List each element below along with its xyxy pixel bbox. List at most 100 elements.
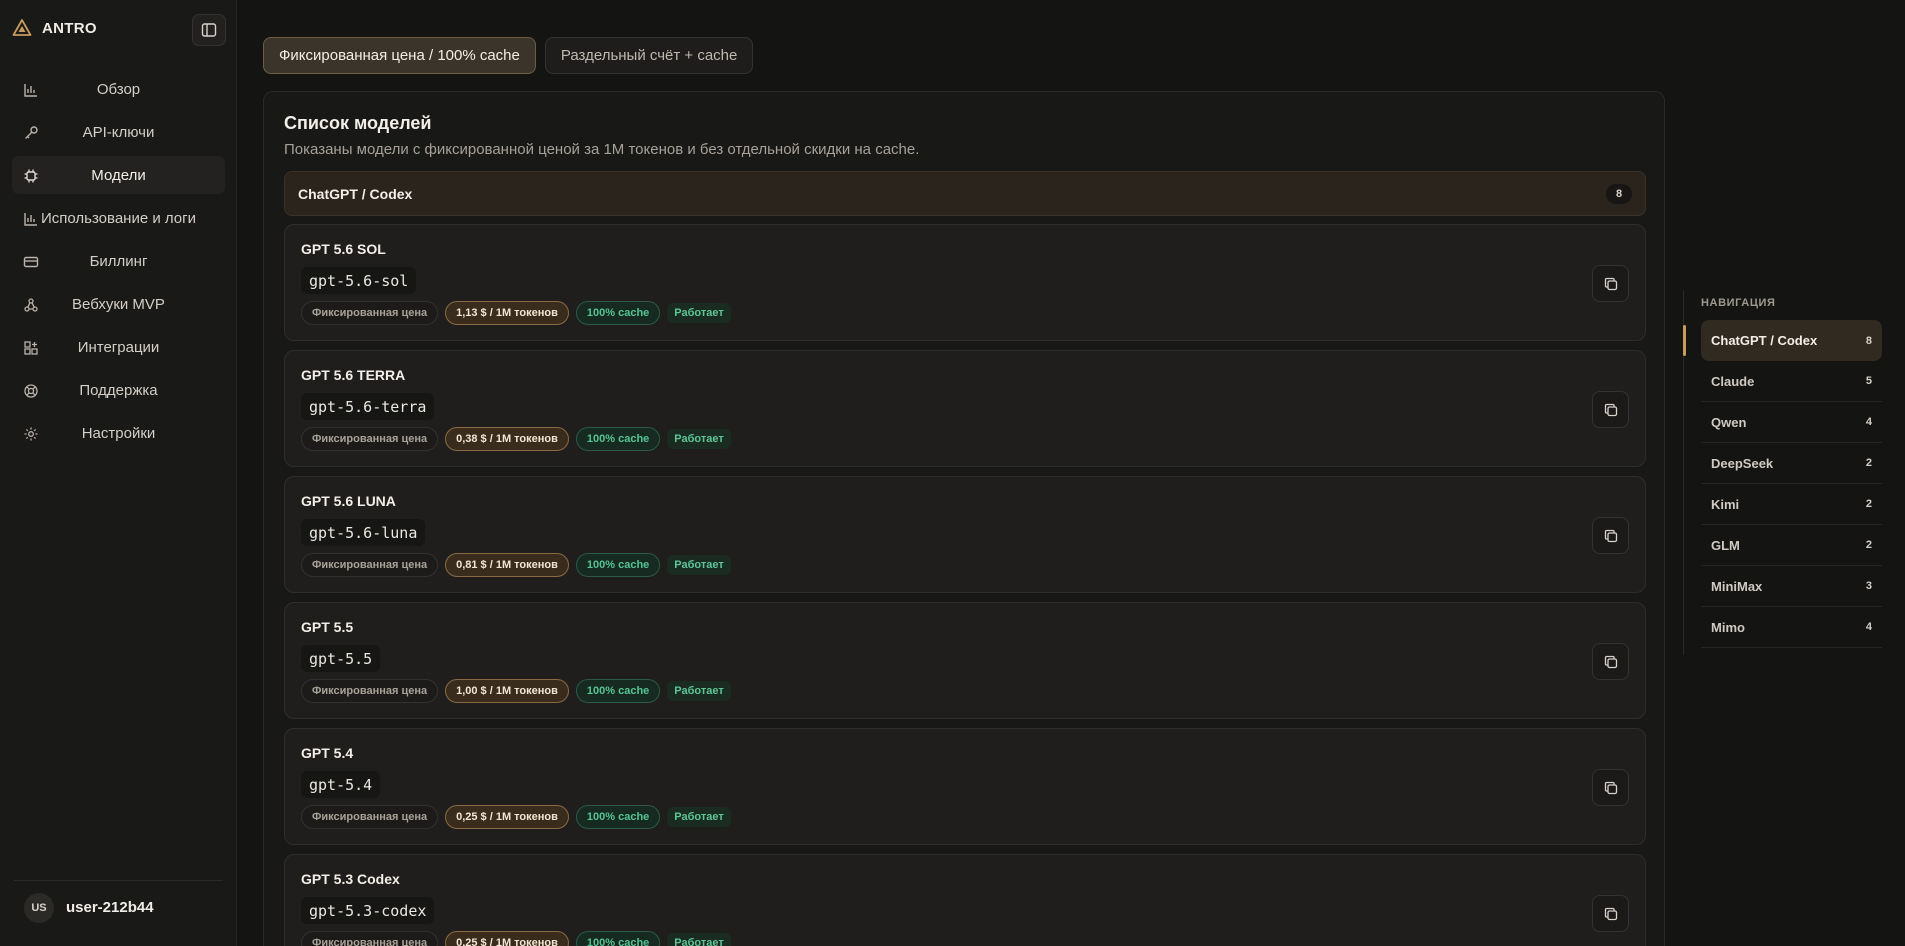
model-id[interactable]: gpt-5.4 xyxy=(301,771,381,798)
navigation-list: ChatGPT / Codex 8 Claude 5 Qwen 4 DeepSe… xyxy=(1683,320,1882,648)
nav-item-claude[interactable]: Claude 5 xyxy=(1701,361,1882,402)
price-badge: 0,25 $ / 1M токенов xyxy=(445,931,569,946)
nav-item-qwen[interactable]: Qwen 4 xyxy=(1701,402,1882,443)
cache-badge: 100% cache xyxy=(575,427,661,451)
model-name: GPT 5.3 Codex xyxy=(301,871,400,887)
model-card: GPT 5.3 Codex gpt-5.3-codex Фиксированна… xyxy=(284,854,1646,946)
tab-separate-billing[interactable]: Раздельный счёт + cache xyxy=(544,37,754,74)
section-navigation: НАВИГАЦИЯ ChatGPT / Codex 8 Claude 5 Qwe… xyxy=(1683,290,1883,655)
model-id[interactable]: gpt-5.6-terra xyxy=(301,393,435,420)
model-chips: Фиксированная цена 1,13 $ / 1M токенов 1… xyxy=(301,301,731,325)
copy-icon xyxy=(1604,529,1617,542)
copy-icon xyxy=(1604,403,1617,416)
brand-name: ANTRO xyxy=(42,19,97,37)
models-panel: Список моделей Показаны модели с фиксиро… xyxy=(263,91,1665,946)
copy-button[interactable] xyxy=(1592,265,1629,302)
model-card: GPT 5.4 gpt-5.4 Фиксированная цена 0,25 … xyxy=(284,728,1646,845)
sidebar-item-label: Биллинг xyxy=(89,252,148,270)
sidebar-item-api-keys[interactable]: API-ключи xyxy=(12,113,225,151)
count-badge: 8 xyxy=(1606,183,1632,204)
nav-item-chatgpt-codex[interactable]: ChatGPT / Codex 8 xyxy=(1683,320,1882,361)
pricing-type-badge: Фиксированная цена xyxy=(301,553,439,577)
tab-fixed-price[interactable]: Фиксированная цена / 100% cache xyxy=(263,37,536,74)
status-badge: Работает xyxy=(667,807,731,827)
model-id[interactable]: gpt-5.5 xyxy=(301,645,381,672)
sidebar-item-label: Настройки xyxy=(81,424,156,442)
nav-item-count: 4 xyxy=(1865,416,1872,428)
pricing-tabs: Фиксированная цена / 100% cache Раздельн… xyxy=(263,37,754,74)
copy-button[interactable] xyxy=(1592,895,1629,932)
group-name: ChatGPT / Codex xyxy=(298,185,413,202)
model-chips: Фиксированная цена 0,38 $ / 1M токенов 1… xyxy=(301,427,731,451)
sidebar-item-integrations[interactable]: Интеграции xyxy=(12,328,225,366)
active-marker xyxy=(1683,325,1686,356)
cache-badge: 100% cache xyxy=(575,553,661,577)
nav-item-kimi[interactable]: Kimi 2 xyxy=(1701,484,1882,525)
copy-button[interactable] xyxy=(1592,643,1629,680)
nav-item-label: GLM xyxy=(1711,537,1740,553)
navigation-title: НАВИГАЦИЯ xyxy=(1701,297,1776,309)
sidebar-toggle-icon xyxy=(201,23,217,37)
nav-item-count: 2 xyxy=(1865,539,1872,551)
nav-item-glm[interactable]: GLM 2 xyxy=(1701,525,1882,566)
model-id[interactable]: gpt-5.6-sol xyxy=(301,267,417,294)
copy-button[interactable] xyxy=(1592,769,1629,806)
nav-item-count: 2 xyxy=(1865,457,1872,469)
model-name: GPT 5.6 SOL xyxy=(301,241,386,257)
cache-badge: 100% cache xyxy=(575,679,661,703)
sidebar-item-usage-logs[interactable]: Использование и логи xyxy=(12,199,225,237)
brand[interactable]: ANTRO xyxy=(12,18,97,38)
sidebar-item-label: Использование и логи xyxy=(40,209,196,227)
model-card: GPT 5.6 LUNA gpt-5.6-luna Фиксированная … xyxy=(284,476,1646,593)
sidebar-item-label: Поддержка xyxy=(79,381,158,399)
nav-item-label: Kimi xyxy=(1711,496,1740,512)
cache-badge: 100% cache xyxy=(575,931,661,946)
gear-icon xyxy=(24,427,38,441)
nav-item-mimo[interactable]: Mimo 4 xyxy=(1701,607,1882,648)
nav-item-label: Mimo xyxy=(1711,619,1745,635)
nav-item-label: ChatGPT / Codex xyxy=(1711,333,1818,348)
user-profile[interactable]: US user-212b44 xyxy=(14,880,223,934)
nav-item-count: 4 xyxy=(1865,621,1872,633)
nav-item-deepseek[interactable]: DeepSeek 2 xyxy=(1701,443,1882,484)
copy-button[interactable] xyxy=(1592,517,1629,554)
collapse-sidebar-button[interactable] xyxy=(192,14,226,46)
model-id[interactable]: gpt-5.3-codex xyxy=(301,897,435,924)
sidebar-item-overview[interactable]: Обзор xyxy=(12,70,225,108)
sidebar-nav: Обзор API-ключи Модели Использование и л… xyxy=(12,70,225,457)
sidebar-item-billing[interactable]: Биллинг xyxy=(12,242,225,280)
nav-item-label: MiniMax xyxy=(1711,578,1763,594)
group-header-chatgpt-codex[interactable]: ChatGPT / Codex 8 xyxy=(284,171,1646,216)
nav-item-minimax[interactable]: MiniMax 3 xyxy=(1701,566,1882,607)
price-badge: 1,13 $ / 1M токенов xyxy=(445,301,569,325)
antro-logo-icon xyxy=(12,19,32,36)
nav-item-label: DeepSeek xyxy=(1711,455,1774,471)
status-badge: Работает xyxy=(667,681,731,701)
nav-item-count: 3 xyxy=(1865,580,1872,592)
copy-icon xyxy=(1604,277,1617,290)
sidebar-item-webhooks[interactable]: Вебхуки MVP xyxy=(12,285,225,323)
grid-plus-icon xyxy=(24,341,38,355)
copy-button[interactable] xyxy=(1592,391,1629,428)
bar-chart-icon xyxy=(24,84,37,97)
model-card: GPT 5.6 SOL gpt-5.6-sol Фиксированная це… xyxy=(284,224,1646,341)
sidebar-item-settings[interactable]: Настройки xyxy=(12,414,225,452)
copy-icon xyxy=(1604,907,1617,920)
pricing-type-badge: Фиксированная цена xyxy=(301,301,439,325)
model-id[interactable]: gpt-5.6-luna xyxy=(301,519,426,546)
sidebar-item-support[interactable]: Поддержка xyxy=(12,371,225,409)
nav-item-count: 2 xyxy=(1865,498,1872,510)
model-chips: Фиксированная цена 1,00 $ / 1M токенов 1… xyxy=(301,679,731,703)
bar-chart-icon xyxy=(24,213,37,226)
price-badge: 0,81 $ / 1M токенов xyxy=(445,553,569,577)
model-name: GPT 5.5 xyxy=(301,619,354,635)
key-icon xyxy=(25,126,38,139)
nav-item-count: 8 xyxy=(1865,334,1872,347)
model-chips: Фиксированная цена 0,25 $ / 1M токенов 1… xyxy=(301,931,731,946)
avatar: US xyxy=(24,892,54,923)
sidebar-item-models[interactable]: Модели xyxy=(12,156,225,194)
pricing-type-badge: Фиксированная цена xyxy=(301,805,439,829)
status-badge: Работает xyxy=(667,555,731,575)
model-card: GPT 5.6 TERRA gpt-5.6-terra Фиксированна… xyxy=(284,350,1646,467)
sidebar-item-label: Обзор xyxy=(96,80,141,98)
